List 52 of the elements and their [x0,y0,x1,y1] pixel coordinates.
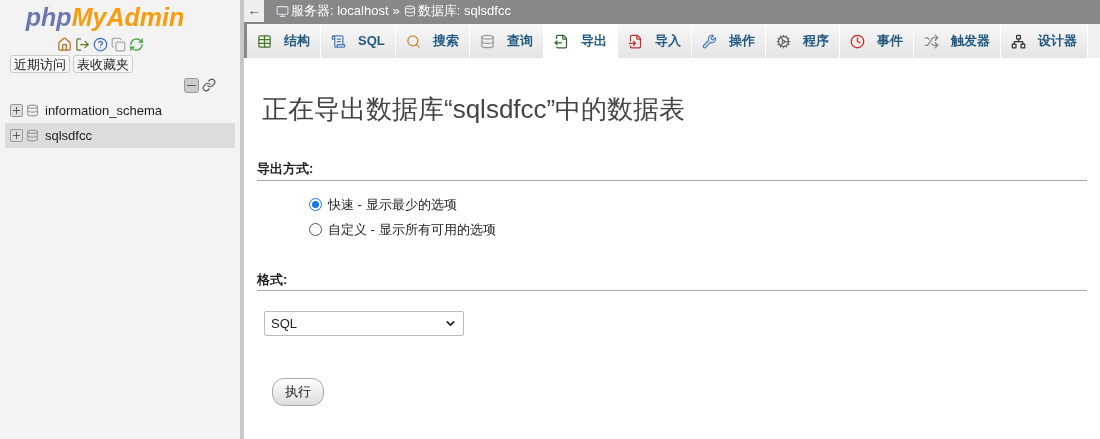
collapse-icon[interactable] [184,78,199,93]
tab[interactable]: 事件 [839,24,914,58]
radio-label: 自定义 - 显示所有可用的选项 [328,221,496,239]
tab[interactable]: 查询 [469,24,544,58]
table-icon [257,33,272,49]
shuffle-icon [923,33,939,49]
tab[interactable]: 导入 [617,24,692,58]
submit-button[interactable]: 执行 [272,378,324,406]
exit-icon[interactable] [74,37,90,52]
file-export-icon [553,33,569,49]
search-icon [405,33,421,49]
database-icon [479,33,495,49]
tab[interactable]: 搜索 [395,24,470,58]
page-heading: 正在导出数据库“sqlsdfcc”中的数据表 [262,93,687,126]
tab[interactable]: 导出 [543,24,618,58]
wrench-icon [701,33,717,49]
link-icon[interactable] [202,78,216,92]
diagram-icon [1010,33,1026,49]
scroll-icon [331,33,346,49]
tab[interactable]: 操作 [691,24,766,58]
logo[interactable]: phpMyAdmin [0,0,240,30]
tab[interactable]: 设计器 [1000,24,1088,58]
database-icon [26,129,39,142]
sidebar-button[interactable]: 近期访问 [10,55,70,73]
radio-label: 快速 - 显示最少的选项 [328,195,457,214]
sidebar-button[interactable]: 表收藏夹 [73,55,133,73]
database-name: sqlsdfcc [45,126,92,145]
help-icon[interactable] [92,37,108,52]
format-select[interactable]: SQL [264,311,464,336]
tree-item[interactable]: sqlsdfcc [5,123,235,148]
server-icon [276,4,289,18]
expand-icon[interactable] [10,104,23,117]
clock-icon [849,33,865,49]
file-import-icon [627,33,643,49]
server-link[interactable]: 服务器: localhost [291,1,389,21]
tree-item[interactable]: information_schema [5,98,235,123]
home-icon[interactable] [56,37,72,52]
database-name: information_schema [45,101,163,120]
back-button[interactable]: ← [244,0,264,22]
database-icon [26,104,39,117]
section-title: 格式: [257,269,1087,291]
separator: » [392,2,400,21]
tab[interactable]: 结构 [247,24,321,58]
tab[interactable]: SQL [321,24,396,58]
reload-icon[interactable] [128,37,144,52]
tab[interactable]: 触发器 [913,24,1001,58]
gear-icon [775,33,791,49]
expand-icon[interactable] [10,129,23,142]
database-link[interactable]: 数据库: sqlsdfcc [417,1,511,21]
section-title: 导出方式: [257,159,1087,181]
database-icon [403,5,416,17]
tab[interactable]: 程序 [765,24,840,58]
